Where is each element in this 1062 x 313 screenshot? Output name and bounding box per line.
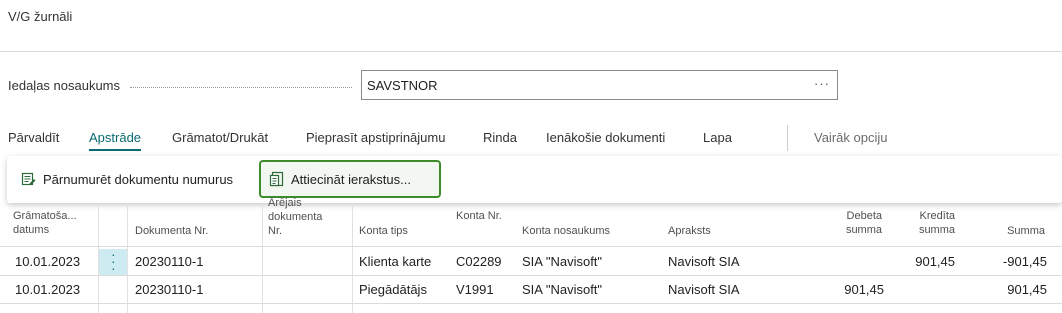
cell-description[interactable]: Navisoft SIA bbox=[668, 282, 740, 297]
ellipsis-icon[interactable]: ··· bbox=[814, 76, 830, 91]
action-page[interactable]: Lapa bbox=[703, 130, 732, 145]
cell-account-type[interactable]: Piegādātājs bbox=[359, 282, 427, 297]
label-leader-dots bbox=[130, 87, 352, 88]
action-process[interactable]: Apstrāde bbox=[89, 130, 142, 151]
column-divider bbox=[262, 203, 263, 313]
action-incoming-documents[interactable]: Ienākošie dokumenti bbox=[546, 130, 665, 145]
column-divider bbox=[127, 203, 128, 313]
header-posting-date[interactable]: Grāmatoša... datums bbox=[13, 209, 93, 237]
process-menu-panel: Pārnumurēt dokumentu numurus Attiecināt … bbox=[7, 156, 1062, 203]
cell-posting-date[interactable]: 10.01.2023 bbox=[15, 254, 80, 269]
column-divider bbox=[352, 203, 353, 313]
cell-account-type[interactable]: Klienta karte bbox=[359, 254, 431, 269]
cell-credit-amount[interactable]: 901,45 bbox=[885, 254, 955, 269]
header-separator bbox=[0, 246, 1062, 247]
cell-document-no[interactable]: 20230110-1 bbox=[135, 282, 203, 297]
header-credit-amount[interactable]: Kredīta summa bbox=[895, 209, 955, 237]
divider bbox=[0, 51, 1062, 52]
row-separator bbox=[0, 303, 1062, 304]
cell-document-no[interactable]: 20230110-1 bbox=[135, 254, 203, 269]
apply-entries-icon bbox=[269, 171, 285, 187]
batch-name-label: Iedaļas nosaukums bbox=[8, 78, 121, 93]
row-actions-handle[interactable]: · · · bbox=[99, 247, 127, 275]
action-post-print[interactable]: Grāmatot/Drukāt bbox=[172, 130, 268, 145]
header-account-no[interactable]: Konta Nr. bbox=[456, 209, 506, 223]
header-amount[interactable]: Summa bbox=[975, 224, 1045, 238]
cell-amount[interactable]: -901,45 bbox=[965, 254, 1047, 269]
page-title: V/G žurnāli bbox=[8, 9, 73, 24]
cell-account-no[interactable]: V1991 bbox=[456, 282, 494, 297]
action-more-options[interactable]: Vairāk opciju bbox=[814, 130, 887, 145]
action-request-approval[interactable]: Pieprasīt apstiprinājumu bbox=[306, 130, 445, 145]
cell-description[interactable]: Navisoft SIA bbox=[668, 254, 740, 269]
action-bar: Pārvaldīt Apstrāde Grāmatot/Drukāt Piepr… bbox=[0, 125, 1062, 153]
apply-entries-button[interactable]: Attiecināt ierakstus... bbox=[259, 160, 441, 198]
cell-debit-amount[interactable]: 901,45 bbox=[800, 282, 884, 297]
renumber-documents-button[interactable]: Pārnumurēt dokumentu numurus bbox=[15, 160, 239, 198]
renumber-documents-label: Pārnumurēt dokumentu numurus bbox=[43, 171, 234, 187]
batch-name-field[interactable]: SAVSTNOR ··· bbox=[361, 70, 838, 100]
header-description[interactable]: Apraksts bbox=[668, 224, 711, 238]
cell-account-name[interactable]: SIA "Navisoft" bbox=[522, 254, 602, 269]
action-manage[interactable]: Pārvaldīt bbox=[8, 130, 59, 145]
header-debit-amount[interactable]: Debeta summa bbox=[832, 209, 882, 237]
cell-posting-date[interactable]: 10.01.2023 bbox=[15, 282, 80, 297]
cell-account-no[interactable]: C02289 bbox=[456, 254, 502, 269]
apply-entries-label: Attiecināt ierakstus... bbox=[291, 171, 411, 187]
header-document-no[interactable]: Dokumenta Nr. bbox=[135, 224, 208, 238]
vertical-ellipsis-icon[interactable]: · · · bbox=[111, 247, 116, 275]
header-account-type[interactable]: Konta tips bbox=[359, 224, 408, 238]
header-external-document-no[interactable]: Ārējais dokumenta Nr. bbox=[268, 196, 338, 238]
cell-account-name[interactable]: SIA "Navisoft" bbox=[522, 282, 602, 297]
header-account-name[interactable]: Konta nosaukums bbox=[522, 224, 610, 238]
action-separator bbox=[787, 125, 788, 151]
journal-lines-grid: Grāmatoša... datums Dokumenta Nr. Ārējai… bbox=[0, 197, 1062, 313]
cell-amount[interactable]: 901,45 bbox=[965, 282, 1047, 297]
row-separator bbox=[0, 275, 1062, 276]
batch-name-value[interactable]: SAVSTNOR bbox=[367, 78, 438, 93]
action-line[interactable]: Rinda bbox=[483, 130, 517, 145]
renumber-icon bbox=[21, 171, 37, 187]
